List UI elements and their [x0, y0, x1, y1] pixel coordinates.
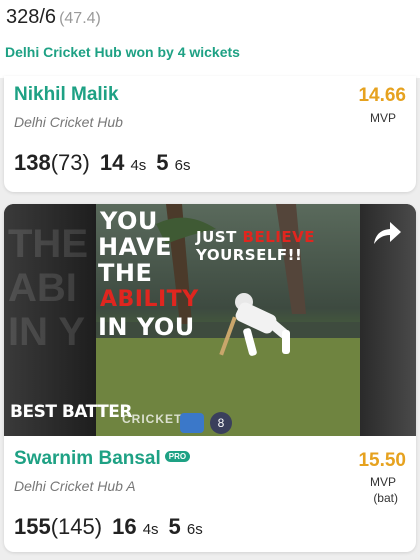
- ghost-text-3: IN Y: [8, 310, 86, 354]
- app-watermark: CRICKET: [122, 412, 183, 426]
- player-team: Delhi Cricket Hub A: [14, 478, 136, 494]
- runs: 138: [14, 150, 51, 175]
- fours-label: 4s: [142, 521, 159, 538]
- player-name[interactable]: Swarnim Bansal PRO: [14, 448, 191, 470]
- number-badge: 8: [210, 412, 232, 434]
- runs: 155: [14, 514, 51, 539]
- share-arrow-icon[interactable]: [372, 220, 402, 246]
- mvp-sub-label: (bat): [373, 491, 398, 505]
- ghost-text-1: THE: [8, 222, 88, 266]
- poster-line-2: HAVE: [98, 233, 172, 261]
- ghost-text-2: ABI: [8, 266, 77, 310]
- fours-label: 4s: [130, 157, 147, 174]
- poster-line-4: ABILITY: [100, 287, 199, 312]
- mvp-value: 14.66: [358, 85, 406, 106]
- player-name-text: Swarnim Bansal: [14, 448, 161, 469]
- pro-badge: PRO: [164, 451, 191, 463]
- fours-count: 16: [112, 514, 137, 539]
- poster-image: YOU HAVE THE ABILITY IN YOU JUST BELIEVE…: [96, 204, 360, 436]
- match-summary: 328/6 (47.4) Delhi Cricket Hub won by 4 w…: [0, 0, 420, 78]
- poster-believe: BELIEVE: [242, 228, 315, 246]
- match-score: 328/6 (47.4): [6, 6, 101, 29]
- batting-stats: 138(73) 14 4s 5 6s: [14, 150, 191, 176]
- poster-just: JUST: [196, 228, 237, 246]
- sixes-label: 6s: [186, 521, 203, 538]
- score-value: 328/6: [6, 6, 57, 28]
- sixes-count: 5: [156, 150, 169, 175]
- award-label: BEST BATTER: [10, 402, 132, 422]
- mvp-label: MVP: [369, 111, 396, 125]
- batting-stats: 155(145) 16 4s 5 6s: [14, 514, 203, 540]
- match-result: Delhi Cricket Hub won by 4 wickets: [5, 44, 240, 60]
- player-card-swarnim-bansal[interactable]: THE ABI IN Y YOU HAVE THE ABILITY IN YOU…: [4, 204, 416, 552]
- batsman-logo-icon: [180, 413, 204, 433]
- poster-right-line-1: JUST BELIEVE: [196, 228, 315, 246]
- mvp-label: MVP: [369, 475, 396, 489]
- overs-value: (47.4): [59, 10, 101, 27]
- poster-line-1: YOU: [100, 207, 158, 235]
- highlight-media[interactable]: THE ABI IN Y YOU HAVE THE ABILITY IN YOU…: [4, 204, 416, 436]
- poster-line-5: IN YOU: [98, 313, 195, 341]
- fours-count: 14: [99, 150, 125, 175]
- balls: (145): [50, 514, 103, 539]
- mvp-value: 15.50: [358, 450, 406, 471]
- sixes-count: 5: [168, 514, 181, 539]
- poster-line-3: THE: [98, 259, 153, 287]
- player-team: Delhi Cricket Hub: [14, 114, 123, 130]
- player-card-nikhil-malik[interactable]: Nikhil Malik Delhi Cricket Hub 14.66 MVP…: [4, 76, 416, 192]
- balls: (73): [50, 150, 90, 175]
- player-name[interactable]: Nikhil Malik: [14, 84, 119, 106]
- poster-right-line-2: YOURSELF!!: [196, 246, 303, 264]
- sixes-label: 6s: [174, 157, 191, 174]
